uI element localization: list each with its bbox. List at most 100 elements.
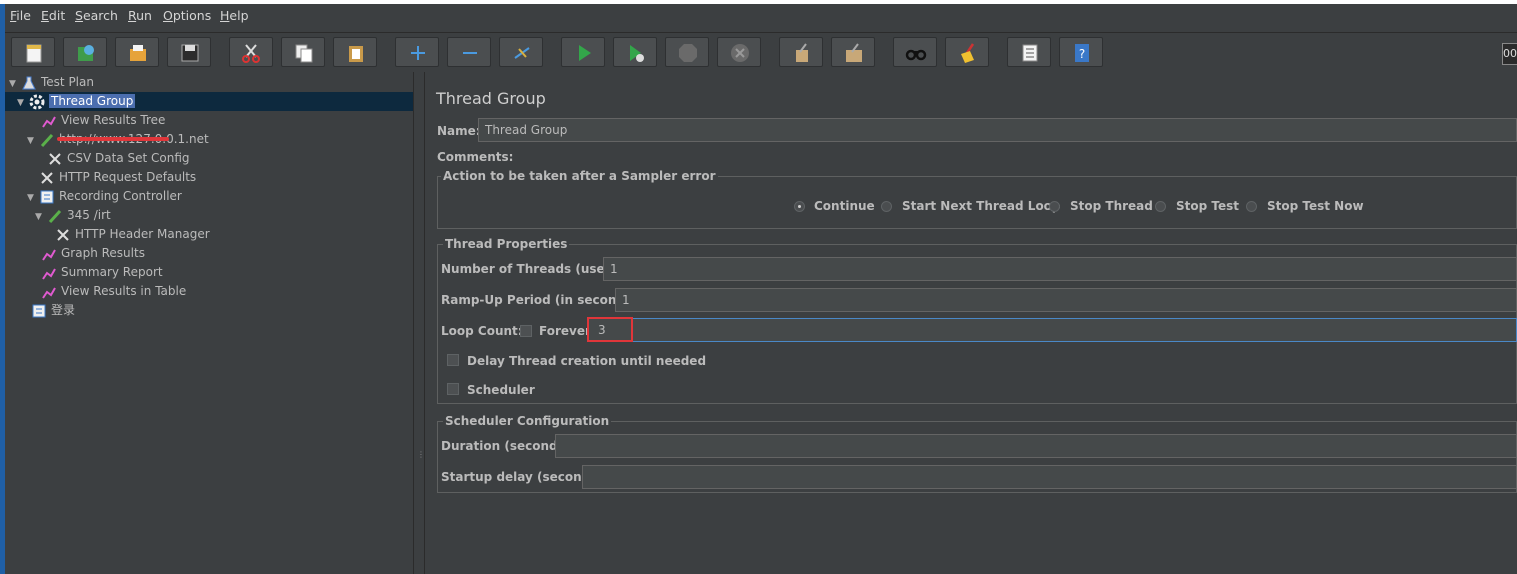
pipette-icon [48,209,62,223]
split-pane-divider[interactable]: ⋮ [413,72,425,574]
tree-node-login[interactable]: 登录 [31,301,75,320]
radio-stop-test-now-label[interactable]: Stop Test Now [1267,199,1364,213]
collapse-all-button[interactable] [447,37,491,67]
menu-help[interactable]: Help [220,8,249,23]
start-button[interactable] [561,37,605,67]
tree-node-http-request-defaults[interactable]: HTTP Request Defaults [39,168,196,187]
tree-node-csv-data-set-config[interactable]: CSV Data Set Config [47,149,190,168]
radio-start-next-thread-loop[interactable] [881,201,892,212]
copy-icon [295,44,313,63]
name-label: Name: [437,124,481,138]
stop-icon [679,44,697,62]
wrench-screwdriver-icon [57,228,69,241]
function-helper-icon [1022,44,1038,62]
search-icon [905,49,927,61]
cut-button[interactable] [229,37,273,67]
start-icon [579,45,591,61]
toolbar: ? 00 [5,32,1517,73]
shutdown-button[interactable] [717,37,761,67]
duration-field[interactable] [555,434,1517,458]
tree-node-view-results-in-table[interactable]: View Results in Table [41,282,186,301]
stop-button[interactable] [665,37,709,67]
rampup-label: Ramp-Up Period (in seconds): [441,293,643,307]
comments-label: Comments: [437,150,514,164]
menu-file[interactable]: File [10,8,31,23]
radio-stop-test[interactable] [1155,201,1166,212]
radio-continue-label[interactable]: Continue [814,199,875,213]
reset-search-icon [961,43,975,63]
tree-node-http-header-manager[interactable]: HTTP Header Manager [55,225,210,244]
menu-options[interactable]: Options [163,8,211,23]
loop-count-field[interactable]: 3 [588,318,1517,342]
help-icon: ? [1075,44,1089,62]
menu-edit[interactable]: Edit [41,8,65,23]
threads-field[interactable]: 1 [603,257,1517,281]
wrench-screwdriver-icon [49,152,61,165]
tree-node-summary-report[interactable]: Summary Report [41,263,163,282]
panel-title: Thread Group [436,89,546,108]
paste-button[interactable] [333,37,377,67]
open-button[interactable] [115,37,159,67]
delay-thread-checkbox[interactable] [447,354,459,366]
radio-continue[interactable] [794,201,805,212]
radio-stop-thread-label[interactable]: Stop Thread [1070,199,1153,213]
tree-node-thread-group[interactable]: ▼ Thread Group [17,92,136,113]
clear-button[interactable] [779,37,823,67]
jmeter-window: File Edit Search Run Options Help ? 00 ▼ [5,4,1517,574]
radio-stop-thread[interactable] [1049,201,1060,212]
chart-icon [42,249,56,261]
toggle-button[interactable] [499,37,543,67]
name-field[interactable]: Thread Group [478,118,1517,142]
startup-delay-label: Startup delay (seconds) [441,470,603,484]
gear-icon [29,94,45,109]
redaction-mark [57,137,169,141]
help-button[interactable]: ? [1059,37,1103,67]
svg-text:?: ? [1079,47,1085,61]
rampup-field[interactable]: 1 [615,288,1517,312]
paste-icon [349,46,363,62]
clear-all-icon [846,43,862,62]
tree-node-http-sampler[interactable]: ▼http://www.127.0.0.1.net [27,130,209,149]
expand-toggle-icon[interactable]: ▼ [27,132,39,151]
tree-node-graph-results[interactable]: Graph Results [41,244,145,263]
startup-delay-field[interactable] [582,465,1517,489]
forever-label[interactable]: Forever [539,324,591,338]
reset-search-button[interactable] [945,37,989,67]
start-no-pauses-button[interactable] [613,37,657,67]
forever-checkbox[interactable] [520,325,532,337]
cut-icon [242,44,260,63]
menu-search[interactable]: Search [75,8,118,23]
menu-run[interactable]: Run [128,8,152,23]
tree-node-test-plan[interactable]: ▼ Test Plan [9,73,94,92]
expand-all-button[interactable] [395,37,439,67]
templates-button[interactable] [63,37,107,67]
templates-icon [78,45,94,61]
radio-stop-test-label[interactable]: Stop Test [1176,199,1239,213]
expand-toggle-icon[interactable]: ▼ [17,94,29,113]
menu-bar: File Edit Search Run Options Help [5,4,1517,26]
tree-node-recording-controller[interactable]: ▼ Recording Controller [27,187,182,206]
search-button[interactable] [893,37,937,67]
thread-properties-legend: Thread Properties [443,237,570,251]
threads-label: Number of Threads (users): [441,262,629,276]
tree-node-view-results-tree[interactable]: View Results Tree [41,111,165,130]
highlight-box [587,317,633,342]
delay-thread-label[interactable]: Delay Thread creation until needed [467,354,706,368]
save-button[interactable] [167,37,211,67]
start-no-pause-icon [630,45,644,62]
shutdown-icon [731,44,749,62]
radio-stop-test-now[interactable] [1246,201,1257,212]
radio-start-next-thread-loop-label[interactable]: Start Next Thread Loop [902,199,1061,213]
tree-node-345-irt[interactable]: ▼ 345 /irt [35,206,111,225]
wrench-screwdriver-icon [41,171,53,184]
sampler-error-legend: Action to be taken after a Sampler error [441,169,718,183]
scheduler-checkbox[interactable] [447,383,459,395]
clear-all-button[interactable] [831,37,875,67]
test-plan-tree: ▼ Test Plan ▼ Thread Group View Results Tr… [5,72,413,574]
copy-button[interactable] [281,37,325,67]
expand-toggle-icon[interactable]: ▼ [35,208,47,227]
scheduler-label[interactable]: Scheduler [467,383,535,397]
clear-icon [796,43,808,62]
function-helper-button[interactable] [1007,37,1051,67]
new-button[interactable] [11,37,55,67]
